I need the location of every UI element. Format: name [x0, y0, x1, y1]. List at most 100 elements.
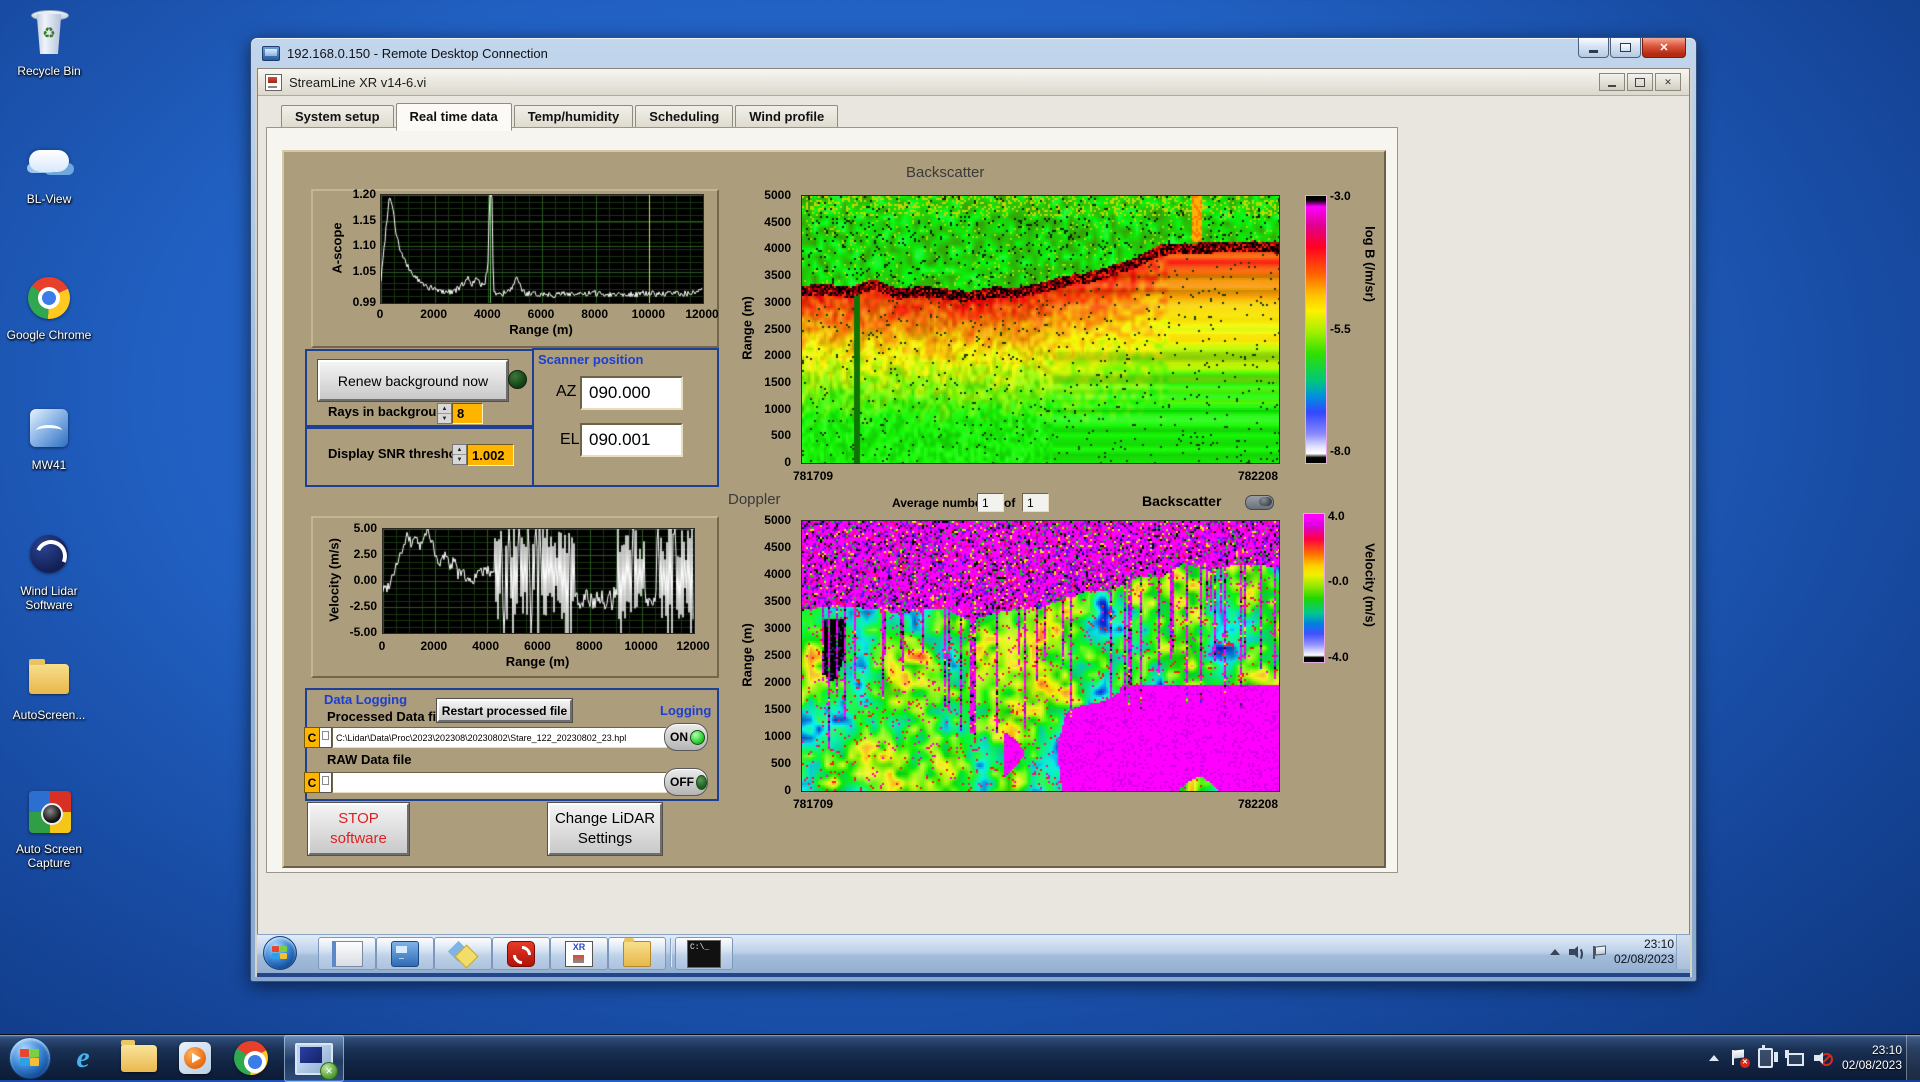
desktop-icon-bl-view[interactable]: BL-View [6, 136, 92, 206]
remote-taskbar-command-prompt-button[interactable]: C:\_ [675, 937, 733, 970]
desktop-icon-label: BL-View [6, 192, 92, 206]
remote-taskbar-notepad-button[interactable] [318, 937, 376, 970]
tick-label: 0.00 [354, 573, 377, 587]
desktop-icon-auto-screen-capture[interactable]: Auto Screen Capture [6, 786, 92, 870]
taskbar-explorer-button[interactable] [118, 1039, 160, 1077]
tick-label: 4000 [764, 567, 791, 581]
snr-value-field[interactable]: 1.002 [467, 444, 514, 466]
rdp-close-button[interactable]: ✕ [1642, 38, 1686, 58]
volume-icon[interactable] [1569, 946, 1583, 958]
system-tray: ✕ 23:10 02/08/2023 [1709, 1035, 1902, 1080]
tick-label: 4500 [764, 215, 791, 229]
main-taskbar: e ✕ 23:10 02/08/2023 [0, 1034, 1920, 1080]
action-center-flag-icon[interactable] [1592, 946, 1605, 959]
raw-path-field[interactable] [332, 772, 667, 793]
tab-wind-profile[interactable]: Wind profile [735, 105, 838, 129]
tab-system-setup[interactable]: System setup [281, 105, 394, 129]
desktop-icon-mw41[interactable]: MW41 [6, 402, 92, 472]
clock-time: 23:10 [1842, 1043, 1902, 1058]
desktop-icon-autoscreen-folder[interactable]: AutoScreen... [6, 652, 92, 722]
backscatter-doppler-toggle[interactable] [1245, 495, 1274, 510]
rays-value-field[interactable]: 8 [452, 403, 483, 424]
tab-real-time-data[interactable]: Real time data [396, 103, 512, 131]
rdp-titlebar[interactable]: 192.168.0.150 - Remote Desktop Connectio… [251, 38, 1696, 68]
rays-spinner[interactable]: ▲▼ [437, 403, 452, 424]
raw-drive-badge[interactable]: C [304, 772, 320, 793]
streamline-app-window: StreamLine XR v14-6.vi ✕ System setup Re… [257, 68, 1690, 940]
network-icon[interactable] [1785, 1050, 1802, 1065]
tray-expand-icon[interactable] [1709, 1055, 1719, 1061]
tick-label: 8000 [581, 307, 608, 321]
processed-logging-on-button[interactable]: ON [664, 723, 708, 751]
app-maximize-button[interactable] [1627, 73, 1653, 91]
processed-path-field[interactable]: C:\Lidar\Data\Proc\2023\202308\20230802\… [332, 727, 667, 748]
desktop-icon-wind-lidar[interactable]: Wind Lidar Software [6, 528, 92, 612]
tick-label: 6000 [524, 639, 551, 653]
remote-taskbar-notes-button[interactable] [434, 937, 492, 970]
a-scope-x-axis-label: Range (m) [380, 322, 702, 337]
change-button-line2: Settings [578, 829, 632, 849]
colorbar-tick-label: 4.0 [1328, 509, 1345, 523]
chrome-icon [234, 1041, 268, 1075]
tick-label: 4000 [474, 307, 501, 321]
taskbar-internet-explorer-button[interactable]: e [62, 1039, 104, 1077]
rdp-maximize-button[interactable] [1610, 38, 1641, 58]
average-number-label: Average number [892, 496, 986, 510]
processed-file-browse-icon[interactable] [319, 727, 332, 748]
remote-taskbar-explorer-button[interactable] [608, 937, 666, 970]
taskbar-chrome-button[interactable] [230, 1039, 272, 1077]
app-titlebar[interactable]: StreamLine XR v14-6.vi [258, 69, 1689, 96]
rays-in-background-label: Rays in background [328, 404, 452, 419]
remote-taskbar-streamline-xr-button[interactable]: XR [550, 937, 608, 970]
taskbar-clock[interactable]: 23:10 02/08/2023 [1842, 1043, 1902, 1073]
internet-explorer-icon: e [76, 1041, 89, 1075]
remote-clock[interactable]: 23:10 02/08/2023 [1614, 937, 1674, 967]
remote-show-desktop-strip[interactable] [1676, 935, 1690, 969]
tab-scheduling[interactable]: Scheduling [635, 105, 733, 129]
raw-logging-off-button[interactable]: OFF [664, 768, 708, 796]
tray-expand-icon[interactable] [1550, 949, 1560, 955]
app-close-button[interactable]: ✕ [1655, 73, 1681, 91]
remote-system-tray: 23:10 02/08/2023 [1550, 935, 1674, 969]
remote-taskbar-stop-button[interactable] [492, 937, 550, 970]
remote-taskbar-display-settings-button[interactable] [376, 937, 434, 970]
xr-icon-text: XR [566, 942, 592, 952]
desktop-icon-google-chrome[interactable]: Google Chrome [6, 272, 92, 342]
taskbar-remote-desktop-button-active[interactable] [284, 1035, 344, 1082]
stop-software-button[interactable]: STOP software [308, 803, 409, 855]
app-minimize-button[interactable] [1599, 73, 1625, 91]
tick-label: -2.50 [350, 599, 377, 613]
raw-file-browse-icon[interactable] [319, 772, 332, 793]
velocity-x-ticks: 020004000600080001000012000 [382, 639, 693, 653]
action-center-flag-icon[interactable]: ✕ [1731, 1050, 1746, 1065]
labview-front-panel: A-scope 1.201.151.101.050.99 02000400060… [282, 150, 1386, 868]
change-lidar-settings-button[interactable]: Change LiDAR Settings [548, 803, 662, 855]
start-button[interactable] [9, 1037, 51, 1079]
average-number-field[interactable]: 1 [977, 493, 1004, 512]
tick-label: 4500 [764, 540, 791, 554]
tab-temp-humidity[interactable]: Temp/humidity [514, 105, 633, 129]
desktop-icon-recycle-bin[interactable]: ♻ Recycle Bin [6, 8, 92, 78]
remote-start-button[interactable] [263, 936, 297, 970]
taskbar-media-player-button[interactable] [174, 1039, 216, 1077]
average-total-field[interactable]: 1 [1022, 493, 1049, 512]
processed-drive-badge[interactable]: C [304, 727, 320, 748]
el-label: EL [560, 431, 580, 449]
folder-icon [623, 941, 651, 967]
rdp-minimize-button[interactable] [1578, 38, 1609, 58]
tick-label: 6000 [528, 307, 555, 321]
restart-processed-file-button[interactable]: Restart processed file [437, 699, 572, 722]
snr-spinner[interactable]: ▲▼ [452, 444, 467, 465]
show-desktop-button[interactable] [1906, 1035, 1920, 1080]
battery-icon[interactable] [1758, 1048, 1773, 1068]
doppler-time-end: 782208 [1184, 797, 1278, 811]
volume-muted-icon[interactable] [1814, 1051, 1830, 1065]
renew-background-button[interactable]: Renew background now [318, 360, 508, 401]
backscatter-section-title: Backscatter [906, 164, 984, 181]
screen-capture-icon [23, 786, 75, 838]
tick-label: 1.05 [353, 264, 376, 278]
colorbar-tick-label: -8.0 [1330, 444, 1351, 458]
a-scope-x-ticks: 020004000600080001000012000 [380, 307, 702, 321]
az-value-field[interactable]: 090.000 [580, 376, 683, 410]
el-value-field[interactable]: 090.001 [580, 423, 683, 457]
